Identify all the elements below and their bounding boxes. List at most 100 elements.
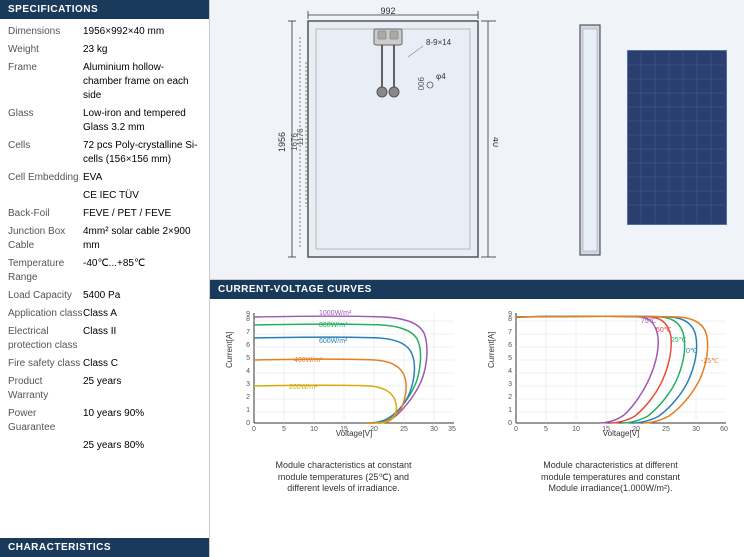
diagram-area: 992 40: [210, 0, 744, 280]
svg-text:0℃: 0℃: [686, 348, 698, 355]
svg-text:9: 9: [246, 311, 250, 318]
spec-label-elecprotection: Electrical protection class: [8, 325, 83, 353]
spec-appclass: Application class Class A: [8, 307, 201, 321]
spec-label-firesafety: Fire safety class: [8, 357, 83, 371]
svg-text:75℃: 75℃: [641, 318, 657, 325]
svg-text:50℃: 50℃: [656, 327, 672, 334]
spec-value-power: 10 years 90%: [83, 407, 201, 421]
chars-header: CHARACTERISTICS: [0, 538, 209, 557]
curves-content: Current[A] Voltage[V] 0 1 2 3 4 5 6 7 8 …: [210, 299, 744, 557]
svg-text:900: 900: [416, 77, 425, 91]
spec-label-power: Power Guarantee: [8, 407, 83, 435]
panel-photo-area: [627, 50, 732, 230]
spec-firesafety: Fire safety class Class C: [8, 357, 201, 371]
spec-elecprotection: Electrical protection class Class II: [8, 325, 201, 353]
spec-glass: Glass Low-iron and tempered Glass 3.2 mm: [8, 107, 201, 135]
svg-text:6: 6: [508, 342, 512, 349]
svg-text:15: 15: [602, 426, 610, 433]
svg-text:200W/m²: 200W/m²: [289, 384, 318, 391]
spec-cell-embedding: Cell Embedding EVA: [8, 171, 201, 185]
svg-text:Current[A]: Current[A]: [225, 332, 234, 368]
svg-text:0: 0: [252, 426, 256, 433]
spec-value-backfoil: FEVE / PET / FEVE: [83, 207, 201, 221]
svg-text:7: 7: [246, 329, 250, 336]
spec-label-warranty: Product Warranty: [8, 375, 83, 403]
left-panel: SPECIFICATIONS Dimensions 1956×992×40 mm…: [0, 0, 210, 557]
svg-text:1: 1: [246, 407, 250, 414]
svg-text:3: 3: [508, 381, 512, 388]
spec-value-junctionbox: 4mm² solar cable 2×900 mm: [83, 225, 201, 253]
svg-text:25: 25: [400, 426, 408, 433]
svg-text:8-9×14: 8-9×14: [426, 38, 452, 47]
svg-text:5: 5: [508, 355, 512, 362]
svg-text:25: 25: [662, 426, 670, 433]
spec-label-load: Load Capacity: [8, 289, 83, 303]
svg-text:20: 20: [370, 426, 378, 433]
curves-header: CURRENT-VOLTAGE CURVES: [210, 280, 744, 299]
spec-frame: Frame Aluminium hollow-chamber frame on …: [8, 61, 201, 103]
spec-value-cell-embedding: EVA: [83, 171, 201, 185]
svg-text:6: 6: [246, 342, 250, 349]
spec-power-guarantee2: 25 years 80%: [8, 439, 201, 453]
spec-value-dimensions: 1956×992×40 mm: [83, 25, 201, 39]
spec-cells: Cells 72 pcs Poly-crystalline Si-cells (…: [8, 139, 201, 167]
svg-text:2: 2: [246, 394, 250, 401]
specs-table: Dimensions 1956×992×40 mm Weight 23 kg F…: [0, 19, 209, 538]
panel-diagram-svg: 992 40: [278, 7, 498, 272]
svg-text:0: 0: [514, 426, 518, 433]
spec-backfoil: Back-Foil FEVE / PET / FEVE: [8, 207, 201, 221]
svg-text:1000W/m²: 1000W/m²: [319, 310, 352, 317]
svg-text:4: 4: [508, 368, 512, 375]
spec-load: Load Capacity 5400 Pa: [8, 289, 201, 303]
svg-text:5: 5: [544, 426, 548, 433]
spec-value-appclass: Class A: [83, 307, 201, 321]
spec-label-dimensions: Dimensions: [8, 25, 83, 39]
svg-text:5: 5: [246, 355, 250, 362]
spec-value-temperature: -40℃...+85℃: [83, 257, 201, 271]
svg-text:60: 60: [720, 426, 728, 433]
spec-value-elecprotection: Class II: [83, 325, 201, 339]
chart1-container: Current[A] Voltage[V] 0 1 2 3 4 5 6 7 8 …: [214, 303, 473, 553]
spec-value-frame: Aluminium hollow-chamber frame on each s…: [83, 61, 201, 103]
chart2-container: Current[A] Voltage[V] 0 1 2 3 4 5 6 7 8 …: [481, 303, 740, 553]
chart2-caption: Module characteristics at differentmodul…: [541, 460, 680, 495]
svg-text:25℃: 25℃: [671, 337, 687, 344]
spec-certifications: CE IEC TÜV: [8, 189, 201, 203]
spec-value-weight: 23 kg: [83, 43, 201, 57]
spec-value-power2: 25 years 80%: [83, 439, 201, 453]
svg-text:9: 9: [508, 311, 512, 318]
svg-text:10: 10: [310, 426, 318, 433]
diagram-main: 992 40: [218, 8, 557, 271]
svg-text:0: 0: [246, 420, 250, 427]
spec-value-glass: Low-iron and tempered Glass 3.2 mm: [83, 107, 201, 135]
spec-value-cert: CE IEC TÜV: [83, 189, 201, 203]
spec-value-warranty: 25 years: [83, 375, 201, 389]
svg-text:30: 30: [430, 426, 438, 433]
spec-label-cells: Cells: [8, 139, 83, 153]
spec-value-firesafety: Class C: [83, 357, 201, 371]
spec-label-weight: Weight: [8, 43, 83, 57]
spec-label-appclass: Application class: [8, 307, 83, 321]
svg-text:5: 5: [282, 426, 286, 433]
chart1-caption: Module characteristics at constantmodule…: [275, 460, 411, 495]
svg-text:400W/m²: 400W/m²: [294, 357, 323, 364]
side-profile: [567, 8, 617, 271]
spec-label-temperature: Temperature Range: [8, 257, 83, 285]
svg-text:1956: 1956: [278, 132, 287, 152]
spec-power-guarantee: Power Guarantee 10 years 90%: [8, 407, 201, 435]
spec-temperature: Temperature Range -40℃...+85℃: [8, 257, 201, 285]
spec-label-glass: Glass: [8, 107, 83, 121]
svg-text:600W/m²: 600W/m²: [319, 338, 348, 345]
spec-value-cells: 72 pcs Poly-crystalline Si-cells (156×15…: [83, 139, 201, 167]
svg-text:3: 3: [246, 381, 250, 388]
svg-text:1: 1: [508, 407, 512, 414]
chart1-svg: Current[A] Voltage[V] 0 1 2 3 4 5 6 7 8 …: [224, 303, 464, 458]
spec-label-frame: Frame: [8, 61, 83, 75]
side-profile-svg: [570, 15, 615, 265]
svg-text:35: 35: [448, 426, 456, 433]
spec-label-backfoil: Back-Foil: [8, 207, 83, 221]
svg-text:30: 30: [692, 426, 700, 433]
svg-text:Current[A]: Current[A]: [487, 332, 496, 368]
panel-thumbnail-svg: [627, 50, 727, 225]
chart2-svg: Current[A] Voltage[V] 0 1 2 3 4 5 6 7 8 …: [486, 303, 736, 458]
